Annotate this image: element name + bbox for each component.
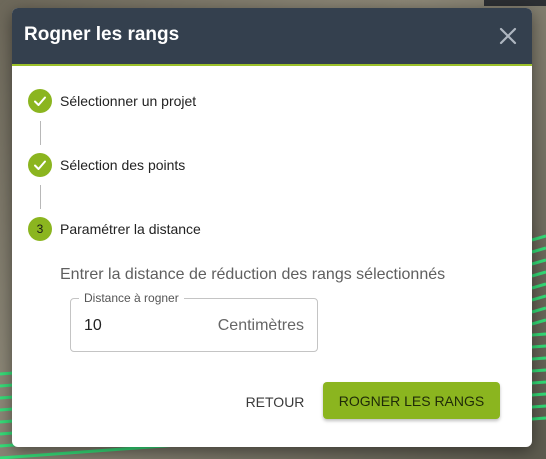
field-row-line (531, 282, 546, 290)
distance-input[interactable]: Distance à rogner 10 Centimètres (70, 291, 318, 352)
step-connector (40, 121, 41, 145)
distance-unit: Centimètres (217, 317, 304, 334)
field-row-line (531, 270, 546, 278)
distance-input-label: Distance à rogner (79, 291, 184, 305)
trim-rows-button[interactable]: ROGNER LES RANGS (323, 382, 500, 419)
distance-instruction: Entrer la distance de réduction des rang… (60, 266, 446, 283)
field-row-line (531, 234, 546, 242)
dialog-title: Rogner les rangs (24, 24, 180, 45)
field-row-line (531, 306, 546, 314)
check-icon (28, 153, 52, 177)
step-label: Sélection des points (60, 157, 186, 173)
step-number: 3 (28, 217, 52, 241)
field-row-line (531, 294, 546, 302)
step-select-project: Sélectionner un projet (28, 89, 196, 113)
step-label: Sélectionner un projet (60, 93, 197, 109)
close-icon[interactable] (498, 26, 518, 46)
step-label: Paramétrer la distance (60, 221, 201, 237)
dialog-header: Rogner les rangs (12, 8, 532, 66)
distance-input-value[interactable]: 10 (84, 317, 102, 335)
trim-rows-dialog: Rogner les rangs Sélectionner un projet … (12, 8, 532, 447)
step-connector (40, 185, 41, 209)
field-row-line (531, 318, 546, 326)
step-set-distance: 3 Paramétrer la distance (28, 217, 201, 241)
step-select-points: Sélection des points (28, 153, 185, 177)
field-row-line (531, 258, 546, 266)
back-button[interactable]: RETOUR (238, 384, 312, 420)
check-icon (28, 89, 52, 113)
field-row-line (531, 246, 546, 254)
